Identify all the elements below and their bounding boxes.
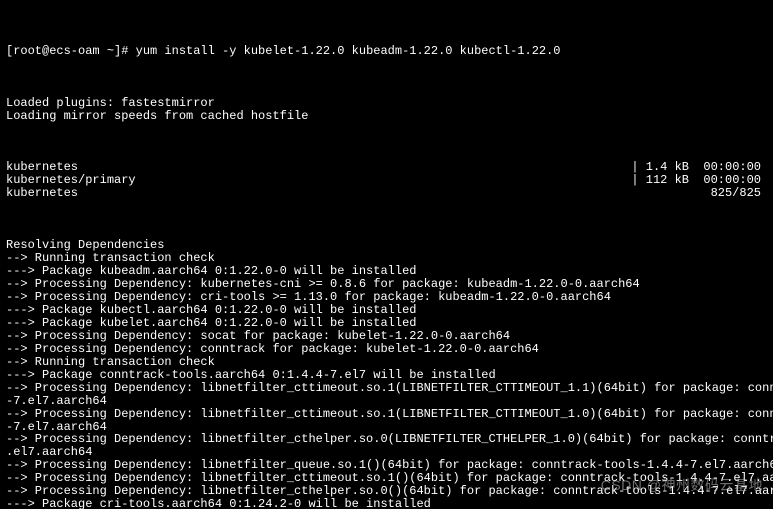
output-line: --> Running transaction check [6,356,767,369]
command-line: [root@ecs-oam ~]# yum install -y kubelet… [6,45,767,58]
output-line: Loaded plugins: fastestmirror [6,97,767,110]
repo-status-row: kubernetes/primary| 112 kB 00:00:00 [6,174,767,187]
output-line: --> Processing Dependency: libnetfilter_… [6,382,767,395]
output-line: Loading mirror speeds from cached hostfi… [6,110,767,123]
output-line: ---> Package kubelet.aarch64 0:1.22.0-0 … [6,317,767,330]
output-line: --> Processing Dependency: cri-tools >= … [6,291,767,304]
terminal-output[interactable]: [root@ecs-oam ~]# yum install -y kubelet… [0,0,773,509]
shell-command: yum install -y kubelet-1.22.0 kubeadm-1.… [136,44,561,58]
repo-name: kubernetes [6,187,78,200]
repo-progress: 825/825 [711,187,767,200]
repo-status-row: kubernetes 825/825 [6,187,767,200]
output-line: -7.el7.aarch64 [6,395,767,408]
shell-prompt: [root@ecs-oam ~]# [6,44,136,58]
output-line: --> Processing Dependency: socat for pac… [6,330,767,343]
output-line: --> Processing Dependency: libnetfilter_… [6,408,767,421]
output-line: --> Processing Dependency: libnetfilter_… [6,433,767,446]
output-line: --> Processing Dependency: conntrack for… [6,343,767,356]
output-line: ---> Package cri-tools.aarch64 0:1.24.2-… [6,498,767,509]
output-line: ---> Package conntrack-tools.aarch64 0:1… [6,369,767,382]
output-line: ---> Package kubectl.aarch64 0:1.22.0-0 … [6,304,767,317]
